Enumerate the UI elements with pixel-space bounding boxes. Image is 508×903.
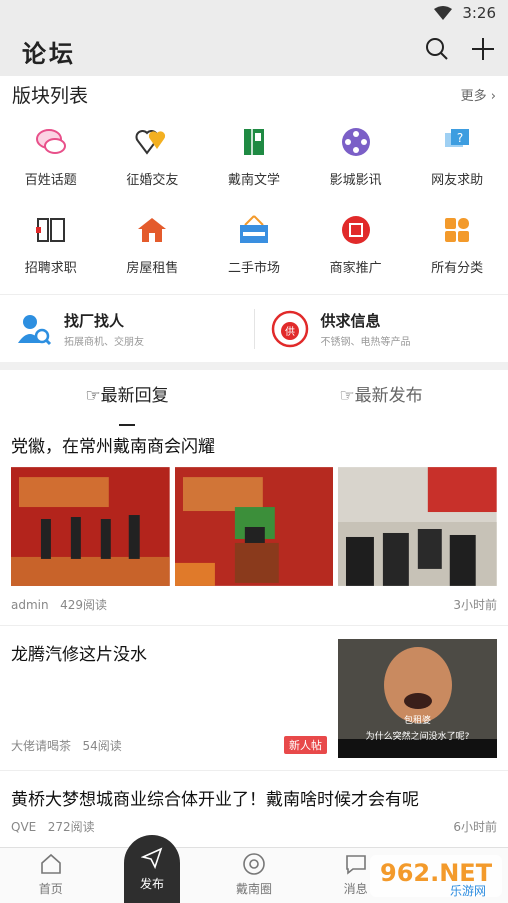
supply-badge-text: 供 <box>285 325 295 338</box>
more-label: 更多 <box>460 88 487 104</box>
post-title: 龙腾汽修这片没水 <box>11 645 147 665</box>
promo-right-subtitle: 不锈钢、电热等产品 <box>320 336 411 348</box>
find-factory-link[interactable]: 找厂找人 拓展商机、交朋友 <box>0 310 254 348</box>
publish-label: 发布 <box>139 876 164 891</box>
board-item-dating[interactable]: 征婚交友 <box>102 112 204 200</box>
boards-grid: 百姓话题 征婚交友 戴南文学 影城影讯 ? 网友求助 招聘求职 房屋租售 二手市… <box>0 112 508 294</box>
chat-bubbles-icon <box>35 128 66 154</box>
post-author: admin <box>11 598 49 612</box>
secondhand-sign-icon <box>239 214 268 243</box>
board-item-help[interactable]: ? 网友求助 <box>406 112 508 200</box>
svg-text:?: ? <box>457 131 463 145</box>
status-bar: 3:26 <box>0 0 508 26</box>
meme-caption-1: 包租婆 <box>403 716 431 726</box>
post-photo[interactable] <box>338 467 498 586</box>
board-item-cinema[interactable]: 影城影讯 <box>305 112 407 200</box>
post-author: 大佬请喝茶 <box>11 738 72 753</box>
board-item-promotion[interactable]: 商家推广 <box>305 200 407 288</box>
supply-demand-link[interactable]: 供 供求信息 不锈钢、电热等产品 <box>255 310 508 348</box>
new-user-badge: 新人帖 <box>284 736 327 754</box>
board-item-housing[interactable]: 房屋租售 <box>102 200 204 288</box>
post-title: 党徽，在常州戴南商会闪耀 <box>11 437 215 457</box>
post-meta: QVE 272阅读 6小时前 <box>11 810 497 847</box>
hearts-icon <box>135 129 166 155</box>
more-link[interactable]: 更多 › <box>461 85 496 104</box>
supply-demand-icon: 供 <box>271 310 308 347</box>
board-label: 百姓话题 <box>24 172 77 188</box>
board-label: 征婚交友 <box>126 172 179 188</box>
home-icon <box>40 853 61 874</box>
board-item-secondhand[interactable]: 二手市场 <box>203 200 305 288</box>
tab-latest-post[interactable]: ☞最新发布 <box>254 381 508 406</box>
boards-title: 版块列表 <box>12 84 89 107</box>
post-photo[interactable] <box>174 467 334 586</box>
board-label: 所有分类 <box>431 260 484 276</box>
post-title: 黄桥大梦想城商业综合体开业了！戴南啥时候才会有呢 <box>11 790 419 810</box>
film-reel-icon <box>341 127 370 156</box>
board-label: 房屋租售 <box>126 260 179 276</box>
post-time: 3小时前 <box>453 598 497 612</box>
post-item[interactable]: 黄桥大梦想城商业综合体开业了！戴南啥时候才会有呢 QVE 272阅读 6小时前 <box>0 771 508 847</box>
circle-icon <box>243 853 265 875</box>
board-label: 影城影讯 <box>329 172 382 188</box>
board-label: 戴南文学 <box>227 172 280 188</box>
app-header: 论坛 <box>0 26 508 76</box>
post-author: QVE <box>11 820 37 834</box>
publish-button[interactable]: 发布 <box>124 835 180 903</box>
tab-label: ☞最新发布 <box>339 385 423 406</box>
post-views: 272阅读 <box>47 820 95 834</box>
tab-circle-label: 戴南圈 <box>235 882 272 896</box>
post-item[interactable]: 龙腾汽修这片没水 大佬请喝茶 54阅读 新人帖 包租婆 为什么突然之间没水了呢? <box>0 626 508 771</box>
promo-left-title: 找厂找人 <box>64 311 125 330</box>
categories-icon <box>445 217 470 242</box>
board-label: 网友求助 <box>431 172 484 188</box>
page-title: 论坛 <box>22 39 76 68</box>
post-meta: admin 429阅读 3小时前 <box>11 586 497 625</box>
watermark-logo: 962.NET 乐游网 <box>370 853 502 899</box>
help-bubble-icon: ? <box>445 128 470 147</box>
meme-caption-2: 为什么突然之间没水了呢? <box>365 732 470 742</box>
board-label: 招聘求职 <box>24 260 77 276</box>
add-icon[interactable] <box>470 36 496 62</box>
board-item-all[interactable]: 所有分类 <box>406 200 508 288</box>
book-icon <box>243 128 264 155</box>
tab-latest-reply[interactable]: ☞最新回复 <box>0 381 254 426</box>
promo-row: 找厂找人 拓展商机、交朋友 供 供求信息 不锈钢、电热等产品 <box>0 294 508 362</box>
post-time: 6小时前 <box>453 820 497 834</box>
promo-right-title: 供求信息 <box>320 311 381 330</box>
post-photo-wrap[interactable]: 包租婆 为什么突然之间没水了呢? <box>338 639 497 758</box>
board-item-literature[interactable]: 戴南文学 <box>203 112 305 200</box>
wifi-icon <box>434 6 453 20</box>
promo-badge-icon <box>341 215 370 244</box>
person-search-icon <box>18 314 52 345</box>
board-item-topics[interactable]: 百姓话题 <box>0 112 102 200</box>
post-views: 429阅读 <box>60 598 107 612</box>
post-views: 54阅读 <box>82 738 122 753</box>
board-label: 商家推广 <box>329 260 382 276</box>
status-time: 3:26 <box>462 4 496 22</box>
post-item[interactable]: 党徽，在常州戴南商会闪耀 admin 429阅读 3小时前 <box>0 418 508 626</box>
post-images <box>11 467 498 586</box>
tab-home-label: 首页 <box>38 882 63 896</box>
promo-left-subtitle: 拓展商机、交朋友 <box>64 336 144 348</box>
tab-underline <box>119 423 135 426</box>
watermark-brand: 962.NET <box>380 859 493 887</box>
recruit-icon <box>35 217 65 242</box>
boards-header: 版块列表 更多 › <box>0 76 508 112</box>
board-label: 二手市场 <box>227 260 280 276</box>
feed-tabs: ☞最新回复 ☞最新发布 <box>0 370 508 426</box>
watermark-sub: 乐游网 <box>450 884 486 898</box>
chevron-right-icon: › <box>490 88 496 104</box>
tab-messages-label: 消息 <box>343 882 368 896</box>
message-icon <box>345 855 366 875</box>
search-icon[interactable] <box>424 36 450 62</box>
post-photo[interactable] <box>11 467 170 586</box>
paper-plane-icon <box>141 847 163 869</box>
tab-label: ☞最新回复 <box>85 385 169 406</box>
board-item-recruit[interactable]: 招聘求职 <box>0 200 102 288</box>
tab-circle[interactable]: 戴南圈 <box>203 848 305 903</box>
tab-home[interactable]: 首页 <box>0 848 102 903</box>
section-gap <box>0 362 508 370</box>
house-icon <box>138 217 167 242</box>
